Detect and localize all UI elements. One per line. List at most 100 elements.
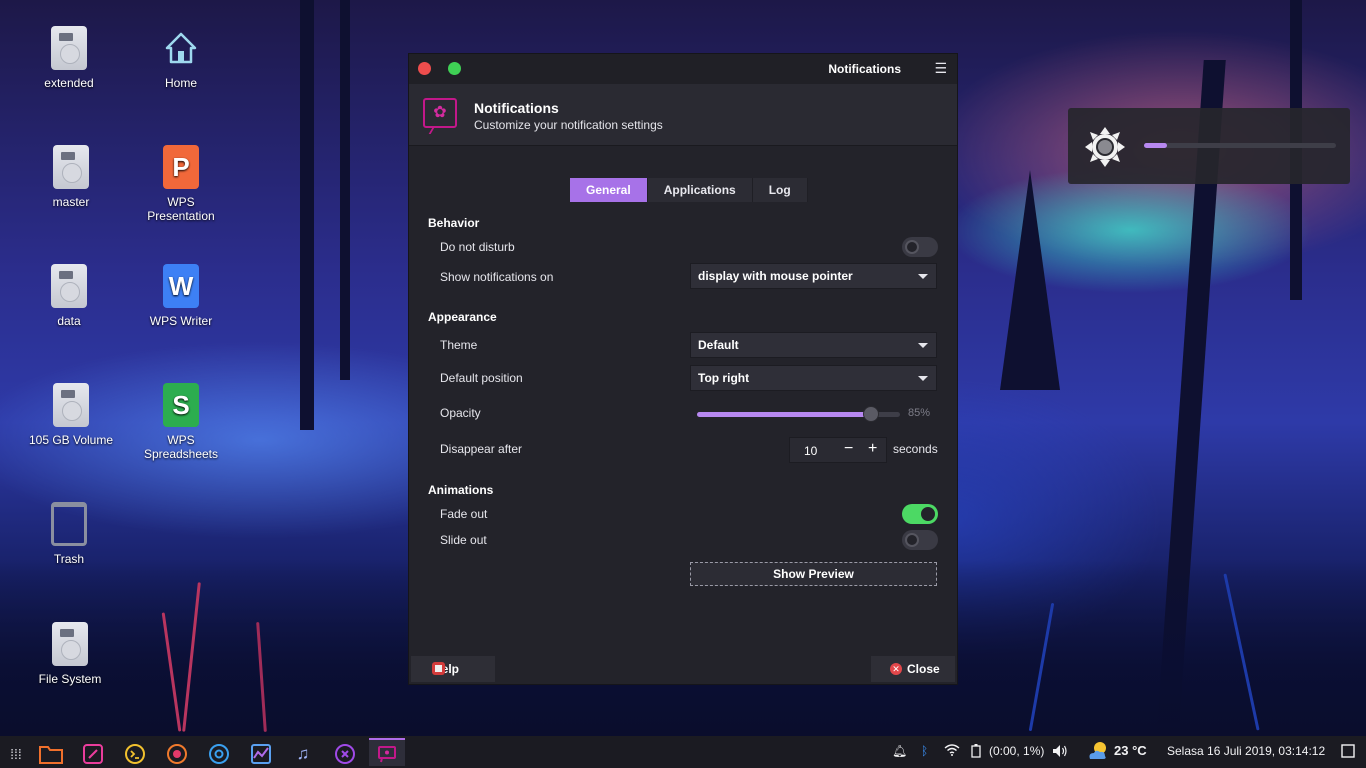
battery-icon[interactable] <box>971 744 981 761</box>
section-animations: Animations <box>428 483 494 497</box>
desktop-icon-label: master <box>52 195 90 209</box>
trash-icon <box>51 502 87 546</box>
files-icon[interactable] <box>35 740 67 768</box>
home-icon <box>163 26 199 70</box>
fade-out-label: Fade out <box>440 507 488 521</box>
increment-button[interactable]: + <box>868 440 877 458</box>
do-not-disturb-toggle[interactable] <box>902 237 938 257</box>
brightness-level-bar <box>1144 143 1336 148</box>
desktop-icon-home[interactable]: Home <box>126 26 236 90</box>
help-button[interactable]: Help <box>411 656 495 682</box>
default-position-label: Default position <box>440 371 523 385</box>
notification-bell-icon[interactable]: 🔔︎ <box>892 744 907 758</box>
section-behavior: Behavior <box>428 216 480 230</box>
tab-log[interactable]: Log <box>753 178 808 202</box>
opacity-slider-fill <box>697 412 870 417</box>
brightness-icon <box>1084 126 1126 168</box>
app-grid-icon[interactable]: ⁞⁞⁞ <box>0 740 32 768</box>
toggle-knob <box>921 507 935 521</box>
desktop-icon-label: WPS Writer <box>149 314 213 328</box>
wifi-icon[interactable] <box>944 744 960 759</box>
desktop-icon-master[interactable]: master <box>16 145 126 209</box>
desktop-icon-file-system[interactable]: File System <box>15 622 125 686</box>
drive-icon <box>53 383 89 427</box>
notifications-icon[interactable] <box>369 738 405 766</box>
desktop-icon-label: extended <box>44 76 94 90</box>
tab-applications[interactable]: Applications <box>648 178 753 202</box>
text-editor-icon[interactable] <box>77 740 109 768</box>
drive-icon <box>52 622 88 666</box>
notifications-app-icon: ✿ <box>423 98 457 128</box>
do-not-disturb-label: Do not disturb <box>440 240 515 254</box>
brightness-osd <box>1068 108 1350 184</box>
slide-out-toggle[interactable] <box>902 530 938 550</box>
music-icon[interactable]: ♫ <box>287 740 319 768</box>
drive-icon <box>53 145 89 189</box>
wps-presentation-icon: P <box>163 145 199 189</box>
window-title: Notifications <box>828 62 901 76</box>
chevron-down-icon <box>918 274 928 279</box>
default-position-value: Top right <box>698 371 750 385</box>
firefox-icon[interactable] <box>161 740 193 768</box>
visual-studio-code-icon[interactable] <box>329 740 361 768</box>
wallpaper-tree <box>1000 170 1060 390</box>
clock[interactable]: Selasa 16 Juli 2019, 03:14:12 <box>1167 744 1325 758</box>
show-notifications-on-select[interactable]: display with mouse pointer <box>690 263 937 289</box>
window-close-dot[interactable] <box>418 62 431 75</box>
wps-spreadsheets-icon: S <box>163 383 199 427</box>
disappear-after-label: Disappear after <box>440 442 523 456</box>
tab-general[interactable]: General <box>570 178 648 202</box>
desktop-icon-105gb-volume[interactable]: 105 GB Volume <box>16 383 126 447</box>
slide-out-label: Slide out <box>440 533 487 547</box>
drive-icon <box>51 26 87 70</box>
close-button-label: Close <box>907 662 940 676</box>
desktop-icon-wps-presentation[interactable]: P WPS Presentation <box>126 145 236 223</box>
bluetooth-icon[interactable]: ᛒ <box>921 744 928 758</box>
opacity-label: Opacity <box>440 406 481 420</box>
notifications-window: Notifications ☰ ✿ Notifications Customiz… <box>408 53 958 685</box>
theme-select[interactable]: Default <box>690 332 937 358</box>
section-appearance: Appearance <box>428 310 497 324</box>
chevron-down-icon <box>918 376 928 381</box>
brightness-level-fill <box>1144 143 1168 148</box>
default-position-select[interactable]: Top right <box>690 365 937 391</box>
volume-icon[interactable] <box>1052 744 1068 761</box>
terminal-icon[interactable] <box>119 740 151 768</box>
hamburger-menu-icon[interactable]: ☰ <box>934 60 947 77</box>
disappear-after-spinbox: 10 − + <box>789 437 887 463</box>
desktop-icon-wps-spreadsheets[interactable]: S WPS Spreadsheets <box>126 383 236 461</box>
show-notifications-on-value: display with mouse pointer <box>698 269 853 283</box>
desktop-icon-wps-writer[interactable]: W WPS Writer <box>126 264 236 328</box>
desktop-icon-data[interactable]: data <box>14 264 124 328</box>
show-preview-button[interactable]: Show Preview <box>690 562 937 586</box>
show-notifications-on-label: Show notifications on <box>440 270 554 284</box>
desktop-icon-label: WPS Presentation <box>147 195 215 223</box>
header-title: Notifications <box>474 100 559 116</box>
opacity-slider-handle[interactable] <box>863 406 879 422</box>
desktop-icon-label: data <box>57 314 81 328</box>
chrome-icon[interactable] <box>203 740 235 768</box>
weather-temperature[interactable]: 23 °C <box>1114 743 1147 758</box>
fade-out-toggle[interactable] <box>902 504 938 524</box>
desktop-icon-label: WPS Spreadsheets <box>143 433 219 461</box>
chevron-down-icon <box>918 343 928 348</box>
theme-value: Default <box>698 338 739 352</box>
decrement-button[interactable]: − <box>844 440 853 458</box>
theme-label: Theme <box>440 338 478 352</box>
wallpaper-tree <box>340 0 350 380</box>
desktop-icon-trash[interactable]: Trash <box>14 502 124 566</box>
desktop-icon-extended[interactable]: extended <box>14 26 124 90</box>
close-icon: ✕ <box>890 663 902 675</box>
taskbar: ⁞⁞⁞ ♫ 🔔︎ ᛒ (0:00, 1%) 23 °C Selasa 16 Ju… <box>0 736 1366 768</box>
system-monitor-icon[interactable] <box>245 740 277 768</box>
window-titlebar[interactable]: Notifications ☰ <box>409 54 957 84</box>
settings-header: ✿ Notifications Customize your notificat… <box>409 84 957 146</box>
window-maximize-dot[interactable] <box>448 62 461 75</box>
battery-status-text: (0:00, 1%) <box>989 744 1045 758</box>
desktop-icon-label: File System <box>38 672 102 686</box>
desktop-icon-label: 105 GB Volume <box>28 433 114 447</box>
drive-icon <box>51 264 87 308</box>
close-button[interactable]: ✕ Close <box>871 656 955 682</box>
show-desktop-icon[interactable] <box>1341 744 1355 761</box>
disappear-after-value[interactable]: 10 <box>804 444 817 458</box>
